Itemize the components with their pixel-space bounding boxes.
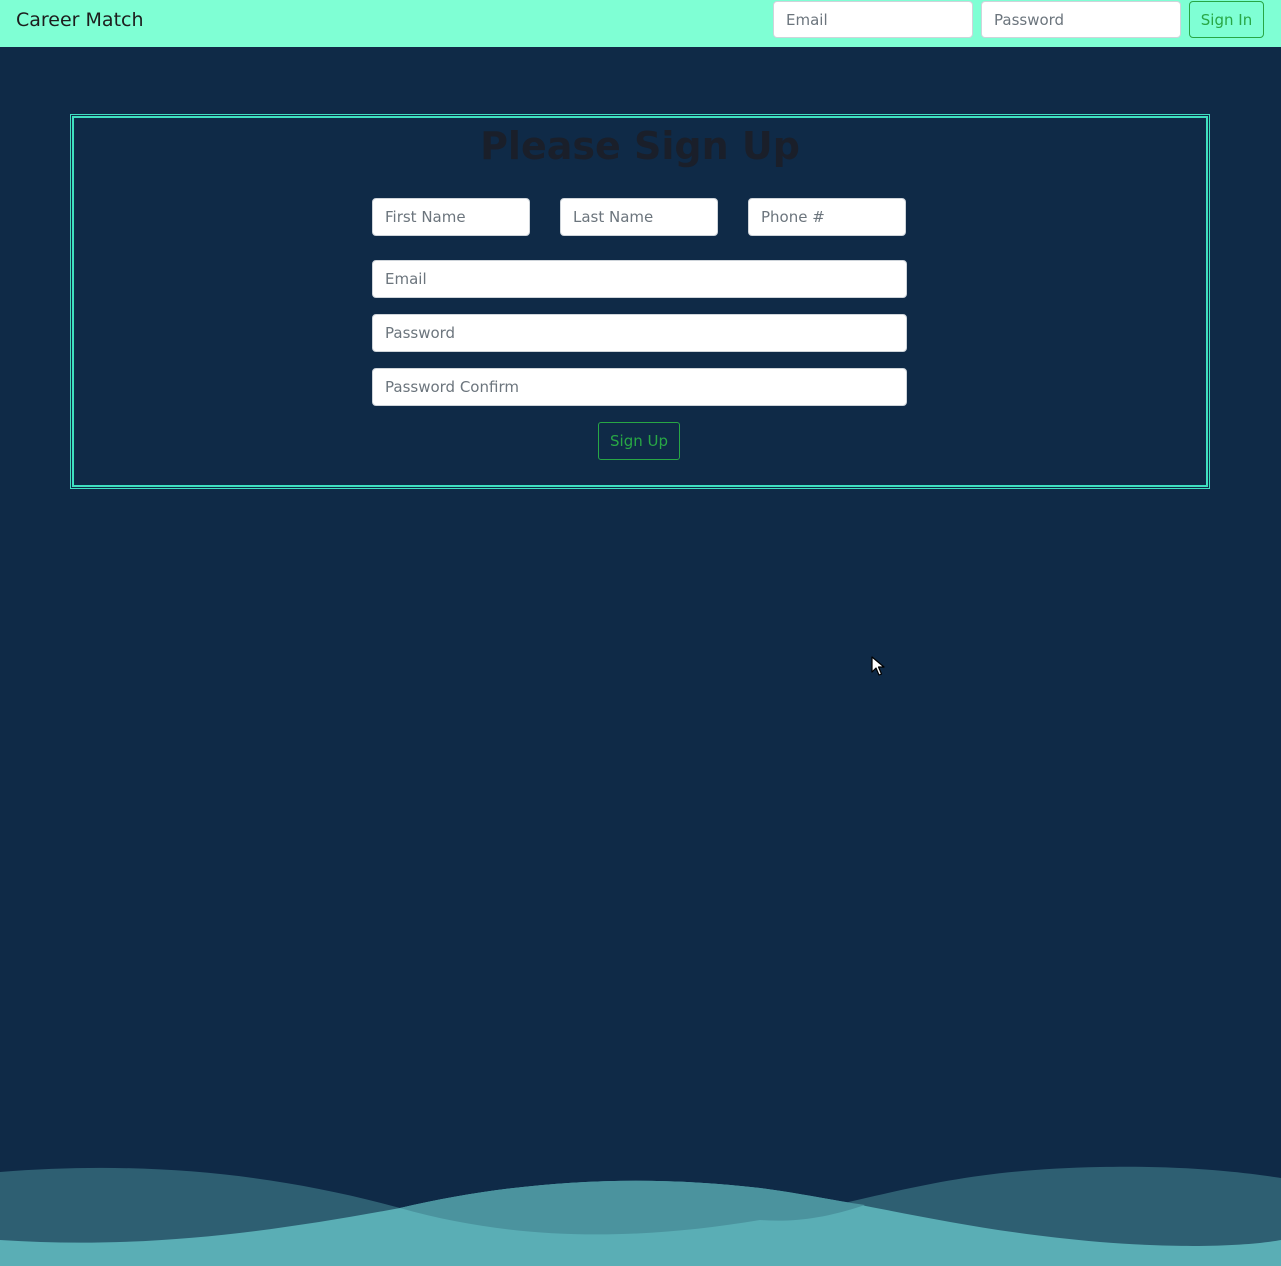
phone-input[interactable] xyxy=(748,198,906,236)
navbar-email-input[interactable] xyxy=(773,1,973,38)
wave-decoration xyxy=(0,1166,1281,1266)
navbar: Career Match Sign In xyxy=(0,0,1281,47)
last-name-input[interactable] xyxy=(560,198,718,236)
first-name-input[interactable] xyxy=(372,198,530,236)
sign-up-button[interactable]: Sign Up xyxy=(598,422,680,460)
password-input[interactable] xyxy=(372,314,907,352)
mouse-pointer-icon xyxy=(871,656,885,676)
sign-in-button[interactable]: Sign In xyxy=(1189,1,1264,38)
email-input[interactable] xyxy=(372,260,907,298)
brand-link[interactable]: Career Match xyxy=(16,8,144,32)
page-title: Please Sign Up xyxy=(480,124,800,168)
navbar-password-input[interactable] xyxy=(981,1,1181,38)
password-confirm-input[interactable] xyxy=(372,368,907,406)
signup-panel: Please Sign Up Sign Up xyxy=(70,114,1210,489)
page: Career Match Sign In Please Sign Up Sign… xyxy=(0,0,1281,1266)
